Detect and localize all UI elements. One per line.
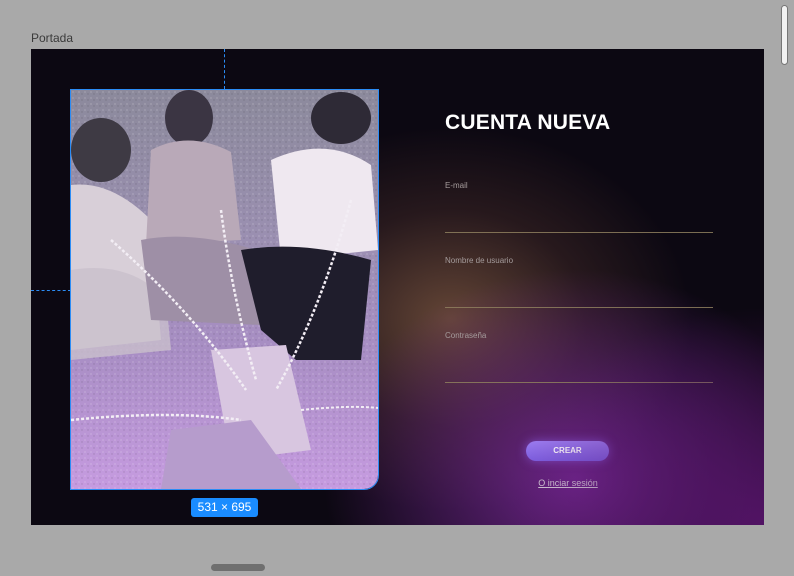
design-canvas[interactable]: CUENTA NUEVA E-mail Nombre de usuario Co… [31, 49, 764, 525]
measurement-guide-horizontal [31, 290, 71, 291]
password-label: Contraseña [445, 331, 487, 340]
vertical-scrollbar[interactable] [781, 5, 788, 65]
email-label: E-mail [445, 181, 468, 190]
username-field[interactable] [445, 307, 713, 308]
login-link[interactable]: O inciar sesión [538, 478, 598, 488]
frame-label[interactable]: Portada [31, 31, 73, 45]
photo-illustration [71, 90, 378, 489]
username-label: Nombre de usuario [445, 256, 514, 265]
hero-image[interactable] [70, 89, 379, 490]
measurement-guide-vertical [224, 49, 225, 89]
horizontal-scrollbar[interactable] [211, 564, 265, 571]
create-account-button[interactable]: CREAR [526, 441, 609, 461]
password-field[interactable] [445, 382, 713, 383]
form-title: CUENTA NUEVA [445, 111, 611, 134]
email-field[interactable] [445, 232, 713, 233]
selection-size-badge: 531 × 695 [191, 498, 258, 517]
